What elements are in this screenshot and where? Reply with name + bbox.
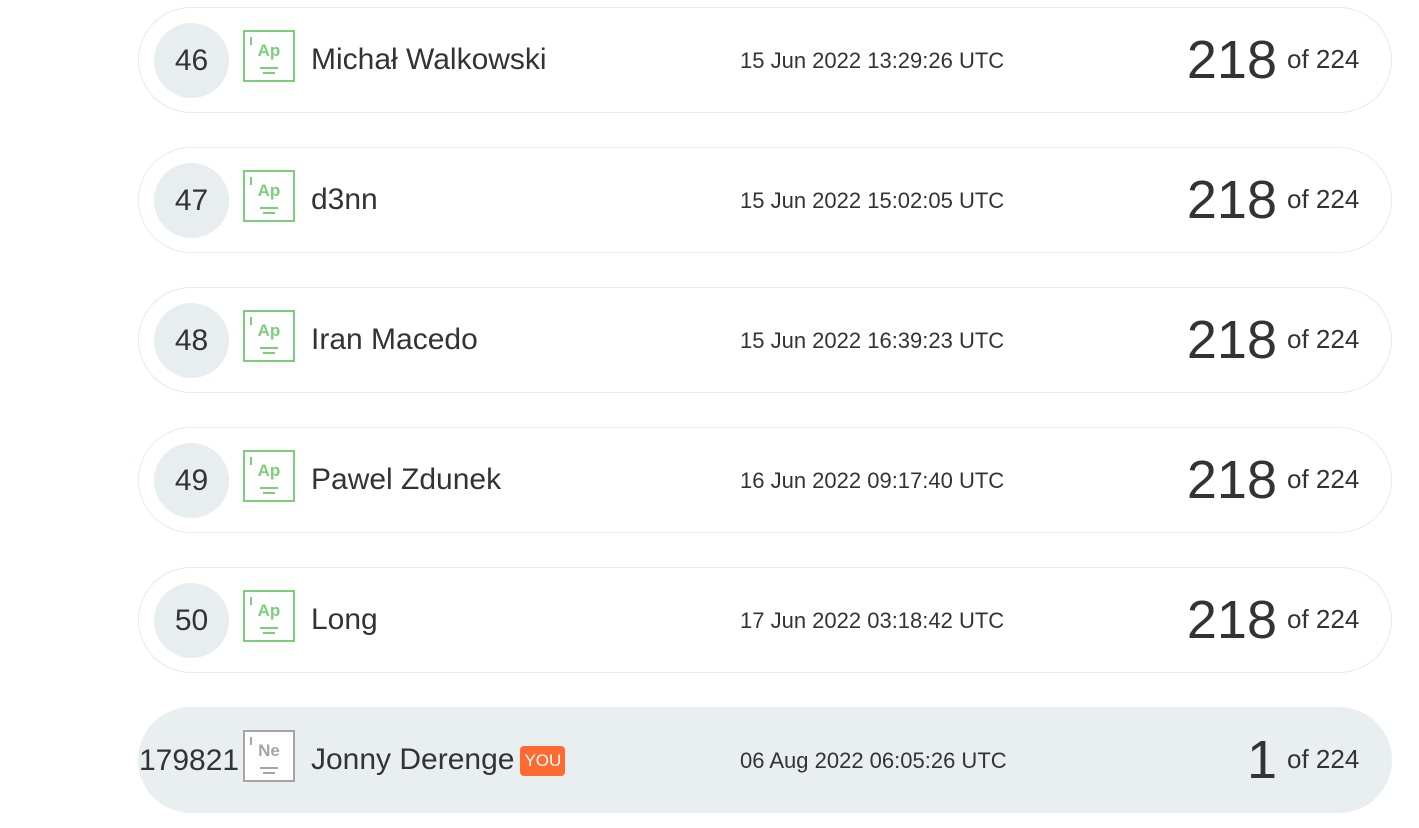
badge-symbol: Ap xyxy=(257,181,281,200)
player-name[interactable]: Jonny Derenge YOU xyxy=(311,742,566,778)
score-total: of 224 xyxy=(1287,464,1360,494)
leaderboard-row[interactable]: 46 Ap Michał Walkowski 15 Jun 2022 13:29… xyxy=(138,7,1392,113)
score-value: 1 xyxy=(1246,730,1277,790)
completion-date: 06 Aug 2022 06:05:26 UTC xyxy=(740,748,1007,773)
leaderboard-row[interactable]: 47 Ap d3nn 15 Jun 2022 15:02:05 UTC 218 … xyxy=(138,147,1392,253)
completion-date: 15 Jun 2022 16:39:23 UTC xyxy=(740,328,1005,353)
leaderboard-row[interactable]: 50 Ap Long 17 Jun 2022 03:18:42 UTC 218 … xyxy=(138,567,1392,673)
rank-number: 179821 xyxy=(139,743,240,777)
badge-symbol: Ap xyxy=(257,461,281,480)
badge-symbol: Ne xyxy=(258,741,280,760)
rank-number: 50 xyxy=(154,583,229,658)
score-value: 218 xyxy=(1186,450,1277,510)
current-user-row[interactable]: 179821 Ne Jonny Derenge YOU 06 Aug 2022 0… xyxy=(138,707,1392,813)
player-name[interactable]: Pawel Zdunek xyxy=(311,462,501,498)
player-name[interactable]: Michał Walkowski xyxy=(311,42,547,78)
score-total: of 224 xyxy=(1287,324,1360,354)
completion-date: 17 Jun 2022 03:18:42 UTC xyxy=(740,608,1005,633)
leaderboard: 46 Ap Michał Walkowski 15 Jun 2022 13:29… xyxy=(0,0,1419,828)
completion-date: 16 Jun 2022 09:17:40 UTC xyxy=(740,468,1005,493)
rank-number: 48 xyxy=(154,303,229,378)
score-value: 218 xyxy=(1186,590,1277,650)
rank-badge-icon: Ap xyxy=(243,30,295,82)
rank-badge-icon: Ap xyxy=(243,310,295,362)
leaderboard-row[interactable]: 48 Ap Iran Macedo 15 Jun 2022 16:39:23 U… xyxy=(138,287,1392,393)
score-total: of 224 xyxy=(1287,604,1360,634)
rank-badge-icon: Ap xyxy=(243,590,295,642)
badge-symbol: Ap xyxy=(257,41,281,60)
completion-date: 15 Jun 2022 15:02:05 UTC xyxy=(740,188,1005,213)
score-value: 218 xyxy=(1186,310,1277,370)
rank-number: 46 xyxy=(154,23,229,98)
completion-date: 15 Jun 2022 13:29:26 UTC xyxy=(740,48,1005,73)
score-total: of 224 xyxy=(1287,744,1360,774)
rank-badge-icon: Ne xyxy=(243,730,295,782)
player-name[interactable]: d3nn xyxy=(311,182,378,218)
score-total: of 224 xyxy=(1287,44,1360,74)
leaderboard-row[interactable]: 49 Ap Pawel Zdunek 16 Jun 2022 09:17:40 … xyxy=(138,427,1392,533)
rank-number: 49 xyxy=(154,443,229,518)
rank-badge-icon: Ap xyxy=(243,170,295,222)
badge-symbol: Ap xyxy=(257,321,281,340)
rank-badge-icon: Ap xyxy=(243,450,295,502)
score-total: of 224 xyxy=(1287,184,1360,214)
player-name-text: Jonny Derenge xyxy=(311,743,515,776)
score-value: 218 xyxy=(1186,30,1277,90)
player-name[interactable]: Iran Macedo xyxy=(311,322,478,358)
score-value: 218 xyxy=(1186,170,1277,230)
rank-number: 47 xyxy=(154,163,229,238)
you-badge: YOU xyxy=(520,746,566,776)
badge-symbol: Ap xyxy=(257,601,281,620)
player-name[interactable]: Long xyxy=(311,602,378,638)
